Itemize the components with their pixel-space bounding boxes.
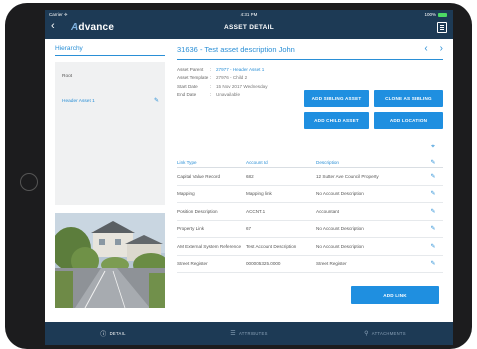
battery-icon [438, 12, 447, 17]
field-label: Asset Parent [177, 66, 204, 72]
add-child-asset-button[interactable]: ADD CHILD ASSET [304, 112, 369, 129]
tab-label: DETAIL [109, 331, 126, 336]
field-value: 15 Nov 2017 Wednesday [216, 83, 268, 89]
cell-link-type: AM External System Reference [177, 243, 242, 249]
table-row[interactable]: AM External System Reference Test Accoun… [177, 238, 443, 256]
nav-bar: ‹ Advance ASSET DETAIL [45, 19, 453, 39]
field-label: Asset Template [177, 75, 209, 81]
cell-link-type: Mapping [177, 191, 195, 197]
asset-title: 31636 - Test asset description John [177, 45, 295, 54]
next-chevron-icon[interactable]: › [440, 43, 443, 54]
cell-description: Accountant [316, 208, 339, 214]
links-table: Link Type Account Id Description ✎ Capit… [177, 157, 443, 273]
field-end-date: End Date : Unavailable [177, 92, 241, 98]
clone-as-sibling-button[interactable]: CLONE AS SIBLING [374, 90, 443, 107]
paperclip-icon: ⚲ [364, 331, 369, 337]
asset-parent-link[interactable]: 27977 - Header Asset 1 [216, 67, 264, 72]
tree-node-root[interactable]: Root [62, 74, 72, 79]
tab-label: ATTACHMENTS [371, 331, 406, 336]
cell-link-type: Property Link [177, 226, 205, 232]
add-location-button[interactable]: ADD LOCATION [374, 112, 443, 129]
info-icon: ⓘ [100, 332, 107, 338]
edit-pencil-icon[interactable]: ✎ [423, 243, 443, 250]
table-row[interactable]: Position Description ACCNT.1 Accountant … [177, 203, 443, 221]
list-icon: ☰ [230, 331, 236, 337]
asset-fields: Asset Parent : 27977 - Header Asset 1 As… [177, 65, 307, 99]
location-pin-icon[interactable]: ⌖ [431, 143, 435, 151]
edit-pencil-icon[interactable]: ✎ [423, 208, 443, 215]
table-header: Link Type Account Id Description ✎ [177, 157, 443, 168]
tab-attributes[interactable]: ☰ ATTRIBUTES [181, 322, 317, 345]
field-value: 27976 - Child 2 [216, 75, 248, 81]
table-row[interactable]: Property Link 67 No Account Description … [177, 221, 443, 238]
field-start-date: Start Date : 15 Nov 2017 Wednesday [177, 83, 268, 89]
cell-description: Street Register [316, 261, 347, 267]
bottom-tab-bar: ⓘ DETAIL ☰ ATTRIBUTES ⚲ ATTACHMENTS [45, 322, 453, 345]
add-link-button[interactable]: ADD LINK [351, 286, 439, 304]
title-divider [177, 59, 443, 60]
cell-account-id: Mapping link [246, 191, 272, 197]
cell-account-id: 67 [246, 226, 252, 232]
cell-account-id: 682 [246, 173, 254, 179]
cell-description: 12 Sutter Ave Council Property [316, 173, 379, 179]
battery-percent: 100% [424, 12, 436, 17]
tablet-frame: Carrier ✈︎ 4:31 PM 100% ‹ Advance ASSET … [5, 3, 472, 349]
table-row[interactable]: Capital Value Record 682 12 Sutter Ave C… [177, 168, 443, 186]
asset-photo [55, 213, 165, 308]
table-row[interactable]: Street Register 000005325.0000 Street Re… [177, 256, 443, 273]
cell-account-id: Test Account Description [246, 243, 297, 249]
cell-description: No Account Description [316, 243, 364, 249]
edit-pencil-icon[interactable]: ✎ [423, 159, 443, 166]
cell-account-id: ACCNT.1 [246, 208, 266, 214]
field-value: Unavailable [216, 92, 241, 98]
field-label: End Date [177, 92, 197, 98]
clock: 4:31 PM [240, 12, 258, 17]
edit-pencil-icon[interactable]: ✎ [423, 190, 443, 197]
hierarchy-heading: Hierarchy [55, 43, 165, 56]
tab-attachments[interactable]: ⚲ ATTACHMENTS [317, 322, 453, 345]
tree-node-header-asset[interactable]: Header Asset 1 [62, 99, 95, 104]
document-icon[interactable] [437, 22, 447, 33]
edit-pencil-icon[interactable]: ✎ [423, 225, 443, 232]
previous-chevron-icon[interactable]: ‹ [424, 43, 427, 54]
edit-pencil-icon[interactable]: ✎ [423, 260, 443, 267]
cell-account-id: 000005325.0000 [246, 261, 281, 267]
cell-description: No Account Description [316, 226, 364, 232]
cell-link-type: Capital Value Record [177, 173, 221, 179]
tab-label: ATTRIBUTES [238, 331, 268, 336]
cell-link-type: Street Register [177, 261, 208, 267]
hierarchy-tree: Root Header Asset 1 ✎ [55, 62, 165, 205]
page-title: ASSET DETAIL [223, 24, 275, 31]
tab-detail[interactable]: ⓘ DETAIL [45, 322, 181, 345]
field-label: Start Date [177, 83, 198, 89]
cell-description: No Account Description [316, 191, 364, 197]
asset-pager: ‹ › [424, 43, 443, 54]
edit-pencil-icon[interactable]: ✎ [154, 97, 159, 104]
column-header-account-id[interactable]: Account Id [246, 160, 316, 165]
add-sibling-asset-button[interactable]: ADD SIBLING ASSET [304, 90, 369, 107]
field-asset-template: Asset Template : 27976 - Child 2 [177, 75, 248, 81]
column-header-description[interactable]: Description [316, 160, 423, 165]
edit-pencil-icon[interactable]: ✎ [423, 173, 443, 180]
cell-link-type: Position Description [177, 208, 218, 214]
field-asset-parent: Asset Parent : 27977 - Header Asset 1 [177, 66, 265, 72]
battery-indicator: 100% [424, 12, 447, 17]
home-button[interactable] [20, 173, 38, 191]
app-screen: Carrier ✈︎ 4:31 PM 100% ‹ Advance ASSET … [45, 10, 453, 345]
column-header-link-type[interactable]: Link Type [177, 160, 246, 165]
table-row[interactable]: Mapping Mapping link No Account Descript… [177, 186, 443, 203]
